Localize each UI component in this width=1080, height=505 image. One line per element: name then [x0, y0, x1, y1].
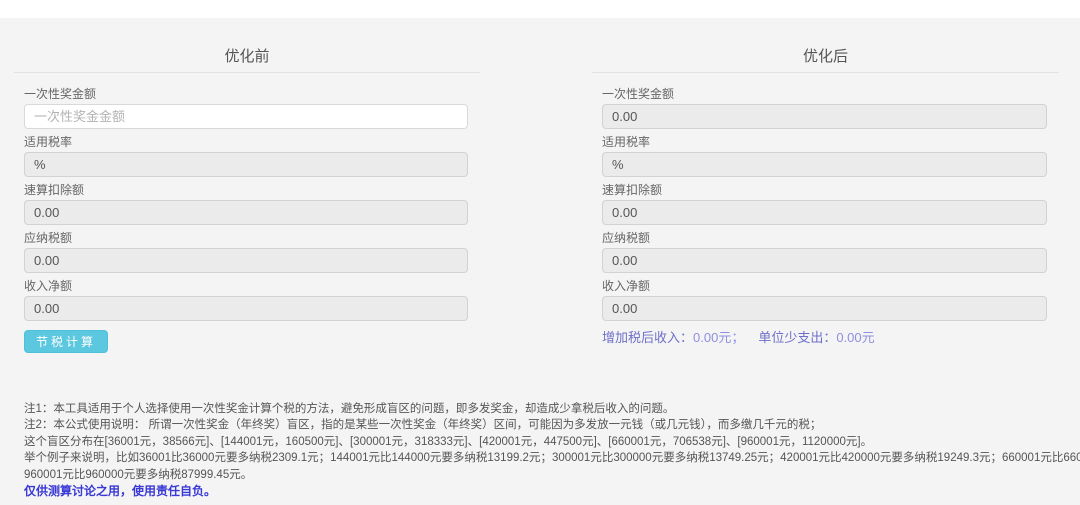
- after-tax-income-increase-value: 0.00元；: [693, 330, 744, 345]
- tax-payable-label: 应纳税额: [24, 231, 468, 246]
- field-quick-deduction-after: 速算扣除额: [602, 183, 1047, 225]
- net-income-label: 收入净额: [24, 279, 468, 294]
- bonus-amount-input-readonly: [602, 104, 1047, 129]
- panels-container: 优化前 一次性奖金额 适用税率 速算扣除额 应纳税额: [0, 18, 1080, 360]
- quick-deduction-input-readonly: [24, 200, 468, 225]
- field-tax-payable-before: 应纳税额: [24, 231, 468, 273]
- panel-before-divider: [14, 72, 480, 73]
- quick-deduction-label: 速算扣除额: [602, 183, 1047, 198]
- bonus-amount-label: 一次性奖金额: [602, 87, 1047, 102]
- note-examples: 举个例子来说明，比如36001比36000元要多纳税2309.1元；144001…: [24, 450, 1080, 466]
- panel-before-title: 优化前: [14, 48, 480, 66]
- panel-after-divider: [592, 72, 1059, 73]
- employer-savings-label: 单位少支出：: [758, 330, 836, 345]
- note-2: 注2：本公式使用说明： 所谓一次性奖金（年终奖）盲区，指的是某些一次性奖金（年终…: [24, 417, 1080, 433]
- panel-before-form: 一次性奖金额 适用税率 速算扣除额 应纳税额 收入净额: [14, 87, 480, 321]
- footnotes-section: 注1：本工具适用于个人选择使用一次性奖金计算个税的方法，避免形成盲区的问题，即多…: [0, 360, 1080, 499]
- tax-calculator-page: 优化前 一次性奖金额 适用税率 速算扣除额 应纳税额: [0, 18, 1080, 505]
- tax-rate-input-readonly: [24, 152, 468, 177]
- bonus-amount-input[interactable]: [24, 104, 468, 129]
- top-whitespace-bar: [0, 0, 1080, 18]
- field-tax-rate-after: 适用税率: [602, 135, 1047, 177]
- tax-payable-input-readonly: [24, 248, 468, 273]
- field-bonus-amount-after: 一次性奖金额: [602, 87, 1047, 129]
- tax-payable-label: 应纳税额: [602, 231, 1047, 246]
- quick-deduction-label: 速算扣除额: [24, 183, 468, 198]
- panel-after-optimization: 优化后 一次性奖金额 适用税率 速算扣除额 应纳税额: [592, 18, 1059, 360]
- panel-after-title: 优化后: [592, 48, 1059, 66]
- field-bonus-amount-before: 一次性奖金额: [24, 87, 468, 129]
- tax-rate-input-readonly: [602, 152, 1047, 177]
- after-tax-income-increase-label: 增加税后收入：: [602, 330, 693, 345]
- optimization-result-line: 增加税后收入：0.00元； 单位少支出：0.00元: [602, 330, 1059, 346]
- note-examples-continued: 960001元比960000元要多纳税87999.45元。: [24, 467, 1080, 483]
- field-net-income-before: 收入净额: [24, 279, 468, 321]
- field-tax-rate-before: 适用税率: [24, 135, 468, 177]
- net-income-label: 收入净额: [602, 279, 1047, 294]
- note-blind-zone-ranges: 这个盲区分布在[36001元，38566元]、[144001元，160500元]…: [24, 434, 1080, 450]
- field-net-income-after: 收入净额: [602, 279, 1047, 321]
- net-income-input-readonly: [24, 296, 468, 321]
- disclaimer-text: 仅供测算讨论之用，使用责任自负。: [24, 483, 1080, 499]
- tax-payable-input-readonly: [602, 248, 1047, 273]
- tax-rate-label: 适用税率: [602, 135, 1047, 150]
- tax-rate-label: 适用税率: [24, 135, 468, 150]
- note-1: 注1：本工具适用于个人选择使用一次性奖金计算个税的方法，避免形成盲区的问题，即多…: [24, 401, 1080, 417]
- field-tax-payable-after: 应纳税额: [602, 231, 1047, 273]
- net-income-input-readonly: [602, 296, 1047, 321]
- field-quick-deduction-before: 速算扣除额: [24, 183, 468, 225]
- panel-after-form: 一次性奖金额 适用税率 速算扣除额 应纳税额 收入净额: [592, 87, 1059, 321]
- quick-deduction-input-readonly: [602, 200, 1047, 225]
- employer-savings-value: 0.00元: [836, 330, 874, 345]
- panel-before-optimization: 优化前 一次性奖金额 适用税率 速算扣除额 应纳税额: [14, 18, 480, 360]
- tax-saving-calc-button[interactable]: 节税计算: [24, 330, 108, 353]
- bonus-amount-label: 一次性奖金额: [24, 87, 468, 102]
